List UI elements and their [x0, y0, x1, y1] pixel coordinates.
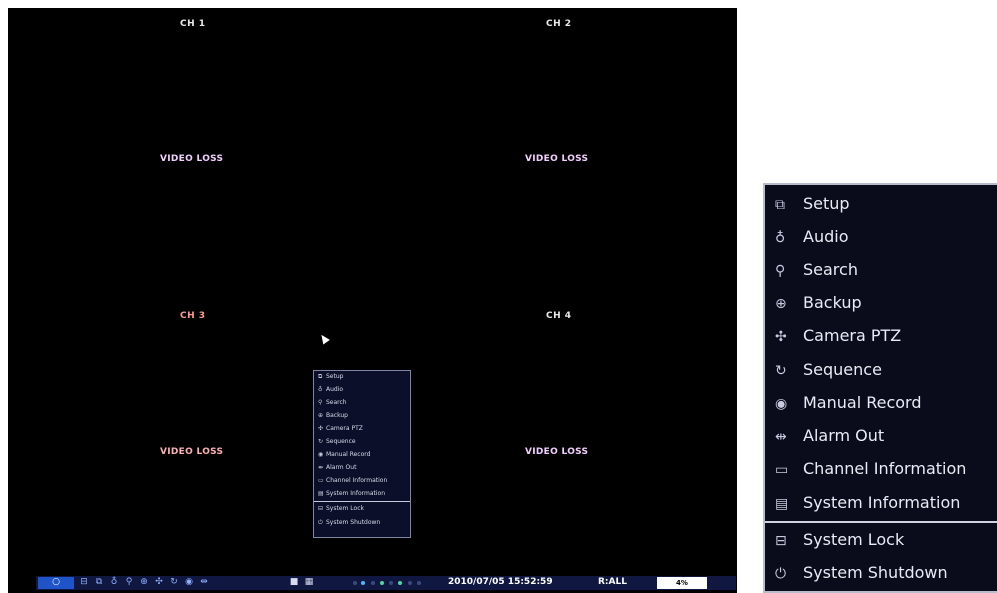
menu-item-sequence[interactable]: ↻ Sequence [318, 438, 356, 445]
status-dot-icon [380, 581, 384, 585]
context-menu: ⧉ Setup ♁ Audio ⚲ Search ⊕ Backup ✣ Camera PT… [313, 370, 411, 538]
setup-icon: ⧉ [775, 197, 785, 213]
menu-item-camera-ptz[interactable]: ✣ Camera PTZ [318, 425, 363, 432]
context-menu-zoomed: ⧉ Setup ♁ Audio ⚲ Search ⊕ Backup ✣ Camera PT… [763, 183, 997, 593]
mouse-cursor-icon [318, 332, 330, 345]
search-icon[interactable]: ⚲ [124, 577, 134, 588]
menu-item-system-lock[interactable]: ⊟ System Lock [775, 529, 904, 551]
channel-4-status: VIDEO LOSS [525, 447, 589, 457]
audio-icon: ♁ [318, 386, 323, 393]
backup-icon: ⊕ [775, 296, 787, 312]
taskbar: ○ ⊟ ⧉ ♁ ⚲ ⊕ ✣ ↻ ◉ ⇹ ■ ▦ 2010/07/05 15:52… [8, 574, 737, 592]
home-icon[interactable]: ○ [51, 577, 61, 588]
menu-item-search[interactable]: ⚲ Search [318, 399, 347, 406]
ptz-icon: ✣ [318, 425, 324, 432]
status-dot-icon [417, 581, 421, 585]
channel-1-status: VIDEO LOSS [160, 154, 224, 164]
menu-item-manual-record[interactable]: ◉ Manual Record [318, 451, 370, 458]
channel-3-status: VIDEO LOSS [160, 447, 224, 457]
menu-item-audio[interactable]: ♁ Audio [318, 386, 343, 393]
system-info-icon: ▤ [318, 490, 324, 497]
menu-item-search[interactable]: ⚲ Search [775, 259, 858, 281]
menu-item-backup[interactable]: ⊕ Backup [318, 412, 348, 419]
power-icon: ⏻ [318, 519, 323, 526]
record-icon: ◉ [318, 451, 324, 458]
menu-item-audio[interactable]: ♁ Audio [775, 226, 848, 248]
menu-item-manual-record[interactable]: ◉ Manual Record [775, 392, 922, 414]
menu-item-system-shutdown[interactable]: ⏻ System Shutdown [775, 562, 948, 584]
status-dot-icon [371, 581, 375, 585]
setup-icon: ⧉ [318, 373, 323, 380]
audio-icon: ♁ [775, 230, 786, 246]
menu-item-setup[interactable]: ⧉ Setup [318, 373, 343, 381]
system-info-icon: ▤ [775, 496, 789, 512]
channel-info-icon: ▭ [775, 462, 789, 478]
menu-item-camera-ptz[interactable]: ✣ Camera PTZ [775, 325, 901, 347]
menu-item-backup[interactable]: ⊕ Backup [775, 292, 862, 314]
menu-item-channel-information[interactable]: ▭ Channel Information [318, 477, 387, 484]
single-view-icon[interactable]: ■ [289, 577, 299, 588]
lock-icon: ⊟ [318, 505, 324, 512]
status-dot-icon [398, 581, 402, 585]
quad-view-icon[interactable]: ▦ [304, 577, 314, 588]
menu-item-system-lock[interactable]: ⊟ System Lock [318, 505, 364, 512]
menu-item-alarm-out[interactable]: ⇹ Alarm Out [318, 464, 356, 471]
channel-2-label: CH 2 [546, 19, 572, 29]
power-icon: ⏻ [775, 566, 787, 582]
menu-item-system-information[interactable]: ▤ System Information [318, 490, 385, 497]
ptz-icon[interactable]: ✣ [154, 577, 164, 588]
menu-item-setup[interactable]: ⧉ Setup [775, 193, 850, 215]
menu-item-system-shutdown[interactable]: ⏻ System Shutdown [318, 519, 380, 527]
hdd-usage-indicator: 4% [657, 577, 707, 589]
channel-1-label: CH 1 [180, 19, 206, 29]
search-icon: ⚲ [775, 263, 786, 279]
menu-item-alarm-out[interactable]: ⇹ Alarm Out [775, 425, 884, 447]
status-dot-icon [408, 581, 412, 585]
dvr-screen: CH 1 CH 2 CH 3 CH 4 VIDEO LOSS VIDEO LOS… [8, 8, 737, 593]
display-icon[interactable]: ⊟ [79, 577, 89, 588]
backup-icon: ⊕ [318, 412, 324, 419]
backup-icon[interactable]: ⊕ [139, 577, 149, 588]
menu-divider [765, 521, 997, 523]
alarm-icon: ⇹ [318, 464, 324, 471]
channel-3-label: CH 3 [180, 311, 206, 321]
alarm-icon[interactable]: ⇹ [199, 577, 209, 588]
lock-icon: ⊟ [775, 533, 787, 549]
channel-2-status: VIDEO LOSS [525, 154, 589, 164]
menu-item-channel-information[interactable]: ▭ Channel Information [775, 458, 966, 480]
sequence-icon: ↻ [775, 363, 787, 379]
sequence-icon[interactable]: ↻ [169, 577, 179, 588]
status-dot-icon [353, 581, 357, 585]
ptz-icon: ✣ [775, 329, 787, 345]
channel-4-label: CH 4 [546, 311, 572, 321]
sequence-icon: ↻ [318, 438, 324, 445]
search-icon: ⚲ [318, 399, 323, 406]
setup-icon[interactable]: ⧉ [94, 577, 104, 588]
alarm-icon: ⇹ [775, 429, 787, 445]
record-icon[interactable]: ◉ [184, 577, 194, 588]
menu-item-sequence[interactable]: ↻ Sequence [775, 359, 882, 381]
menu-divider [314, 501, 410, 502]
status-dot-icon [389, 581, 393, 585]
status-dot-icon [361, 581, 365, 585]
datetime-display: 2010/07/05 15:52:59 [448, 577, 553, 587]
record-mode-display: R:ALL [598, 577, 627, 587]
record-icon: ◉ [775, 396, 788, 412]
channel-info-icon: ▭ [318, 477, 324, 484]
audio-icon[interactable]: ♁ [109, 577, 119, 588]
menu-item-system-information[interactable]: ▤ System Information [775, 492, 960, 514]
